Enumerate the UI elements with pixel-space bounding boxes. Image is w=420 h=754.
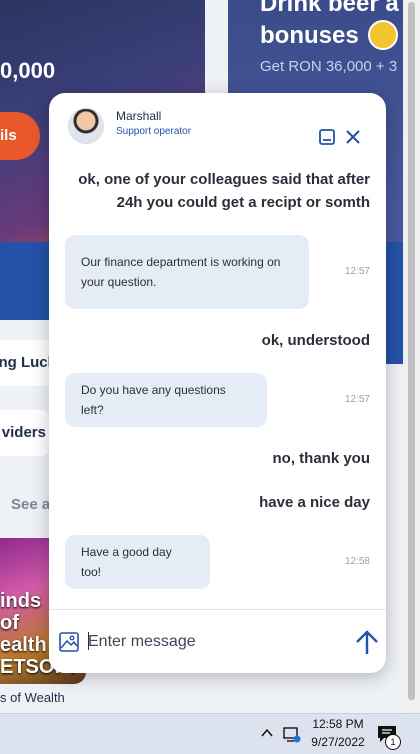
- close-icon[interactable]: [343, 127, 363, 147]
- text-caret: [88, 632, 89, 650]
- notification-count-badge: 1: [385, 734, 401, 750]
- category-item-label: ng Luck: [0, 354, 56, 371]
- chat-header: Marshall Support operator: [49, 93, 386, 163]
- message-time: 12:58: [344, 556, 370, 567]
- support-chat-window: Marshall Support operator ok, one of you…: [49, 93, 386, 673]
- operator-message: Our finance department is working on you…: [65, 235, 309, 309]
- promo-details-label: ils: [0, 127, 17, 144]
- agent-name: Marshall: [116, 109, 162, 123]
- chat-messages[interactable]: ok, one of your colleagues said that aft…: [49, 163, 386, 609]
- promo-amount: 0,000: [0, 58, 56, 83]
- dice-banner-edge: [386, 320, 403, 364]
- user-message: have a nice day: [259, 494, 370, 511]
- operator-message-text: Have a good day too!: [81, 545, 172, 579]
- category-item-label: viders: [1, 424, 46, 441]
- attach-image-icon[interactable]: [59, 632, 79, 652]
- agent-role: Support operator: [116, 126, 192, 137]
- beer-emoji-icon: [368, 20, 398, 50]
- clock-time[interactable]: 12:58 PM: [308, 717, 368, 731]
- promo-title: Drink beer a bonuses: [260, 0, 399, 49]
- minimize-icon[interactable]: [317, 127, 337, 147]
- agent-avatar: [68, 108, 104, 144]
- user-message: 24h you could get a recipt or somth: [116, 194, 370, 211]
- windows-taskbar: 12:58 PM 9/27/2022 1: [0, 713, 420, 754]
- send-arrow-icon[interactable]: [354, 630, 380, 656]
- message-time: 12:57: [344, 266, 370, 277]
- user-message: no, thank you: [272, 450, 371, 467]
- operator-message: Do you have any questions left?: [65, 373, 267, 427]
- network-icon[interactable]: [282, 724, 302, 744]
- see-all-link[interactable]: See a: [11, 496, 50, 513]
- operator-message-text: Our finance department is working on you…: [81, 255, 281, 289]
- chevron-up-icon[interactable]: [260, 726, 274, 740]
- promo-subtitle: Get RON 36,000 + 3: [260, 58, 398, 75]
- operator-message-text: Do you have any questions left?: [81, 383, 226, 417]
- message-time: 12:57: [344, 394, 370, 405]
- user-message: ok, understood: [261, 332, 370, 349]
- page-scrollbar-thumb[interactable]: [408, 2, 415, 700]
- game-title[interactable]: s of Wealth: [0, 690, 65, 705]
- clock-date[interactable]: 9/27/2022: [302, 735, 374, 749]
- category-item-providers[interactable]: viders: [0, 410, 50, 456]
- chat-input-bar: [49, 609, 386, 673]
- user-message: ok, one of your colleagues said that aft…: [78, 171, 370, 188]
- message-input[interactable]: [88, 628, 328, 656]
- operator-message: Have a good day too!: [65, 535, 210, 589]
- page-scrollbar[interactable]: [403, 0, 420, 713]
